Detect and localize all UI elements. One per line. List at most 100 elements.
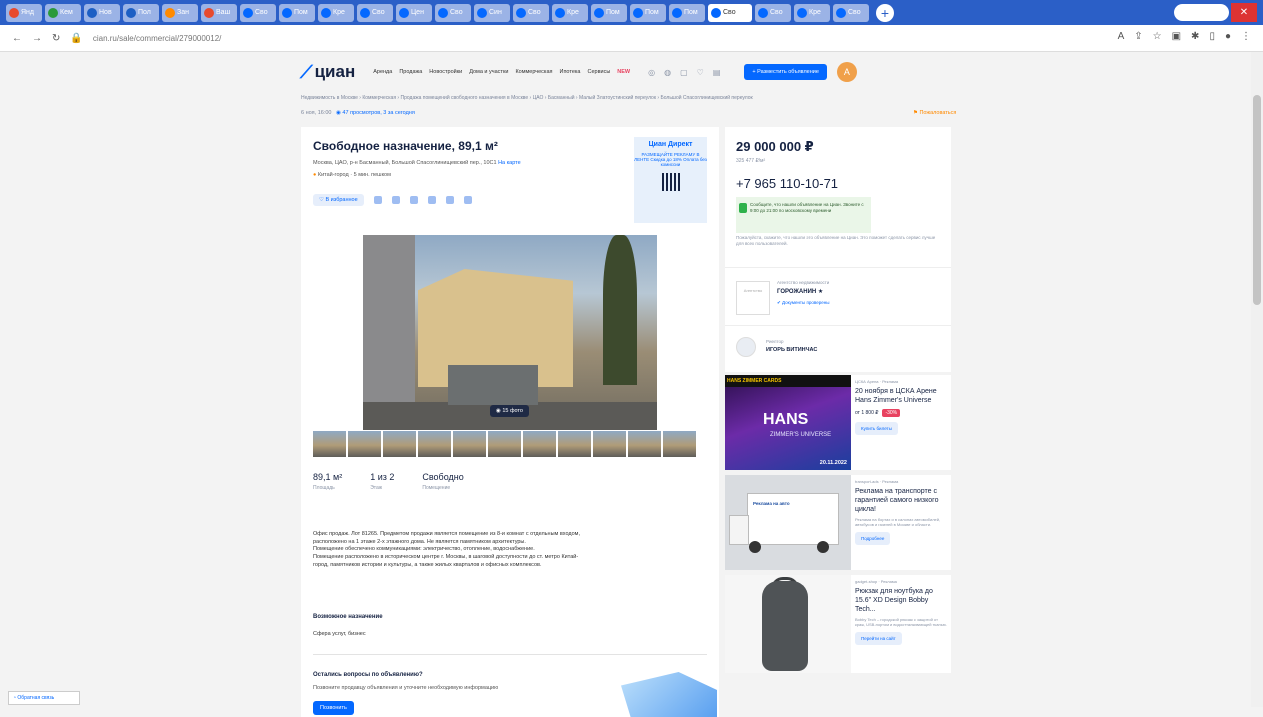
site-logo[interactable]: ⟋ циан: [300, 62, 355, 83]
browser-tab[interactable]: Янд: [6, 3, 42, 22]
extension-icon[interactable]: ▣: [1172, 31, 1181, 42]
browser-tab[interactable]: Пом: [669, 3, 705, 22]
ad-title[interactable]: Рюкзак для ноутбука до 15.6" XD Design B…: [855, 587, 947, 614]
agency-logo[interactable]: Агентство: [736, 281, 770, 315]
main-photo[interactable]: ◉ 15 фото: [363, 235, 657, 430]
thumbnail[interactable]: [383, 431, 416, 457]
ad-title[interactable]: Реклама на транспорте с гарантией самого…: [855, 487, 947, 514]
metro-info[interactable]: ● Китай-город · 5 мин. пешком: [313, 172, 391, 178]
agent-name[interactable]: ИГОРЬ ВИТИНЧАС: [766, 347, 817, 353]
scrollbar-thumb[interactable]: [1253, 95, 1261, 305]
browser-tab[interactable]: Кем: [45, 3, 81, 22]
nav-houses[interactable]: Дома и участки: [469, 69, 508, 75]
agency-name[interactable]: ГОРОЖАНИН ★: [777, 288, 823, 295]
browser-tab[interactable]: Пом: [591, 3, 627, 22]
post-listing-button[interactable]: + Разместить объявление: [744, 64, 827, 80]
share-icon[interactable]: ⇪: [1134, 31, 1142, 42]
url-field[interactable]: cian.ru/sale/commercial/279000012/: [93, 34, 222, 43]
new-tab-button[interactable]: +: [876, 3, 894, 22]
ad-backpack[interactable]: gadget-shop · Реклама Рюкзак для ноутбук…: [725, 575, 951, 673]
agency-docs-link[interactable]: ✔ Документы проверены: [777, 300, 830, 306]
nav-new-buildings[interactable]: Новостройки: [429, 69, 462, 75]
user-avatar[interactable]: А: [836, 62, 857, 82]
compare-icon[interactable]: ◎: [648, 68, 655, 77]
nav-rent[interactable]: Аренда: [373, 69, 392, 75]
phone-number[interactable]: +7 965 110-10-71: [736, 176, 838, 191]
notifications-icon[interactable]: ◍: [664, 68, 671, 77]
breadcrumb[interactable]: Недвижимость в Москве › Коммерческая › П…: [301, 95, 753, 101]
photo-count-badge[interactable]: ◉ 15 фото: [490, 405, 529, 417]
thumbnail[interactable]: [558, 431, 591, 457]
browser-tab[interactable]: Ваш: [201, 3, 237, 22]
favorites-icon[interactable]: ♡: [697, 68, 704, 77]
reload-icon[interactable]: ↻: [52, 33, 60, 44]
browser-tab[interactable]: Сво: [240, 3, 276, 22]
thumbnail[interactable]: [628, 431, 661, 457]
call-button[interactable]: Позвонить: [313, 701, 354, 715]
complain-link[interactable]: ⚑ Пожаловаться: [913, 110, 956, 116]
ad-button[interactable]: Купить билеты: [855, 422, 898, 435]
browser-tab[interactable]: Кре: [794, 3, 830, 22]
compare-icon[interactable]: [373, 196, 382, 204]
listing-views[interactable]: 47 просмотров, 3 за сегодня: [342, 110, 414, 116]
nav-mortgage[interactable]: Ипотека: [560, 69, 581, 75]
window-close-button[interactable]: ✕: [1231, 3, 1257, 22]
star-icon[interactable]: ☆: [1153, 31, 1162, 42]
share-icon[interactable]: [391, 196, 400, 204]
thumbnail[interactable]: [313, 431, 346, 457]
browser-tab[interactable]: Сво: [833, 3, 869, 22]
browser-tab[interactable]: Пом: [630, 3, 666, 22]
nav-services[interactable]: Сервисы: [587, 69, 610, 75]
sidebar-icon[interactable]: ▯: [1209, 31, 1215, 42]
feedback-button[interactable]: ◔ Обратная связь: [8, 691, 80, 705]
thumbnail[interactable]: [453, 431, 486, 457]
browser-tab[interactable]: Пол: [123, 3, 159, 22]
thumbnail[interactable]: [663, 431, 696, 457]
thumbnail[interactable]: [488, 431, 521, 457]
messages-icon[interactable]: ▢: [680, 68, 688, 77]
download-icon[interactable]: [409, 196, 418, 204]
ad-button[interactable]: Подробнее: [855, 532, 891, 545]
browser-tab[interactable]: Нов: [84, 3, 120, 22]
browser-tab-active[interactable]: Сво: [708, 3, 752, 22]
note-icon[interactable]: [445, 196, 454, 204]
hide-icon[interactable]: [463, 196, 472, 204]
browser-tab[interactable]: Сво: [435, 3, 471, 22]
agent-avatar[interactable]: [736, 337, 756, 357]
browser-tab[interactable]: Сво: [755, 3, 791, 22]
promo-banner[interactable]: Циан Директ РАЗМЕЩАЙТЕ РЕКЛАМУ В ЛЕНТЕ С…: [634, 137, 707, 223]
menu-icon[interactable]: ⋮: [1241, 31, 1251, 42]
browser-tab[interactable]: Цен: [396, 3, 432, 22]
ad-image[interactable]: Реклама на авто: [725, 475, 851, 570]
account-icon[interactable]: ●: [1225, 31, 1231, 42]
ad-image[interactable]: [725, 575, 851, 673]
profile-button[interactable]: [1174, 4, 1229, 21]
translate-icon[interactable]: A: [1118, 31, 1125, 42]
browser-tab[interactable]: Пом: [279, 3, 315, 22]
ad-title[interactable]: 20 ноября в ЦСКА Арене Hans Zimmer's Uni…: [855, 387, 947, 405]
thumbnail[interactable]: [418, 431, 451, 457]
listing-address[interactable]: Москва, ЦАО, р-н Басманный, Большой Спас…: [313, 160, 521, 166]
forward-icon[interactable]: →: [32, 33, 42, 44]
saved-search-icon[interactable]: ▤: [713, 68, 721, 77]
browser-tab[interactable]: Зан: [162, 3, 198, 22]
puzzle-icon[interactable]: ✱: [1191, 31, 1199, 42]
thumbnail[interactable]: [593, 431, 626, 457]
ad-transport[interactable]: Реклама на авто transport-ads · Реклама …: [725, 475, 951, 570]
thumbnail[interactable]: [348, 431, 381, 457]
browser-tab[interactable]: Сво: [513, 3, 549, 22]
add-favorite-button[interactable]: ♡ В избранное: [313, 194, 364, 206]
browser-tab[interactable]: Кре: [552, 3, 588, 22]
ad-button[interactable]: Перейти на сайт: [855, 632, 902, 645]
ad-image[interactable]: HANS ZIMMER CARDS HANS ZIMMER'S UNIVERSE…: [725, 375, 851, 470]
back-icon[interactable]: ←: [12, 33, 22, 44]
nav-sale[interactable]: Продажа: [399, 69, 422, 75]
ad-concert[interactable]: HANS ZIMMER CARDS HANS ZIMMER'S UNIVERSE…: [725, 375, 951, 470]
nav-commercial[interactable]: Коммерческая: [515, 69, 552, 75]
browser-tab[interactable]: Кре: [318, 3, 354, 22]
thumbnail[interactable]: [523, 431, 556, 457]
print-icon[interactable]: [427, 196, 436, 204]
map-link[interactable]: На карте: [498, 160, 521, 166]
browser-tab[interactable]: Син: [474, 3, 510, 22]
browser-tab[interactable]: Сво: [357, 3, 393, 22]
